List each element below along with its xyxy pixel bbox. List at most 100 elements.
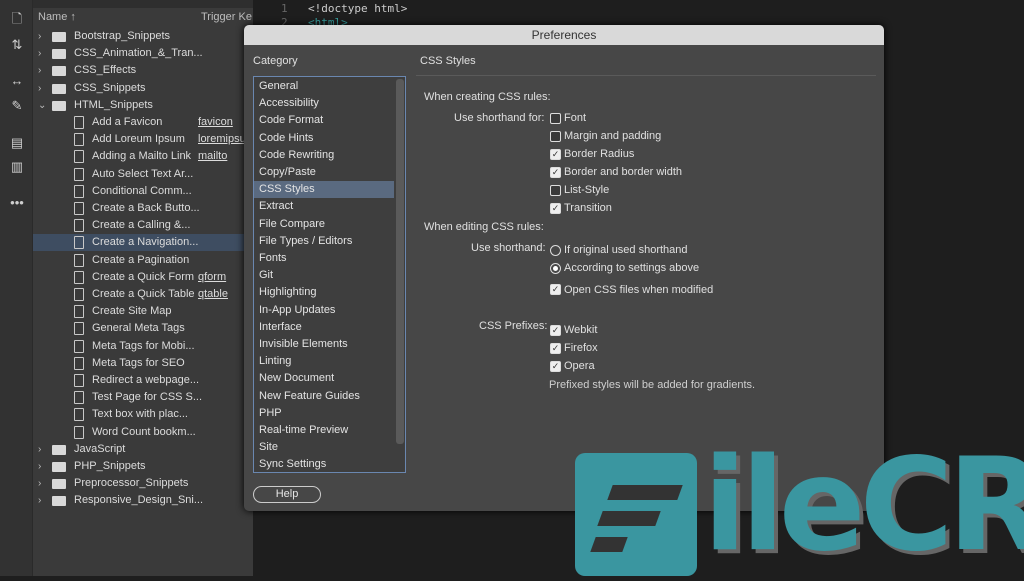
category-item[interactable]: Code Rewriting — [254, 147, 394, 164]
folder-label: HTML_Snippets — [74, 98, 153, 111]
folder-row[interactable]: ⌄ HTML_Snippets — [33, 97, 253, 114]
folder-row[interactable]: › Preprocessor_Snippets — [33, 475, 253, 492]
shorthand-checkbox[interactable]: ✓ — [550, 167, 561, 178]
snippet-row[interactable]: Create a Back Butto... — [33, 200, 253, 217]
snippet-label: Adding a Mailto Link — [92, 150, 192, 163]
snippet-row[interactable]: Add a Favicon favicon — [33, 114, 253, 131]
folder-row[interactable]: › CSS_Snippets — [33, 80, 253, 97]
shorthand-checkbox[interactable]: ✓ — [550, 203, 561, 214]
category-item[interactable]: Linting — [254, 353, 394, 370]
snippet-row[interactable]: Conditional Comm... — [33, 183, 253, 200]
folder-icon — [52, 100, 66, 111]
category-label: Category — [253, 55, 298, 67]
snippet-row[interactable]: Create a Navigation... — [33, 234, 253, 252]
comment-icon[interactable]: ▤ — [8, 134, 26, 152]
new-file-icon[interactable]: 🗋 — [8, 10, 26, 28]
category-item[interactable]: New Feature Guides — [254, 388, 394, 405]
category-item[interactable]: General — [254, 78, 394, 95]
help-button[interactable]: Help — [253, 486, 321, 503]
chevron-right-icon[interactable]: › — [38, 458, 41, 475]
editing-heading: When editing CSS rules: — [424, 221, 544, 233]
snippet-row[interactable]: Create Site Map — [33, 303, 253, 320]
prefix-note: Prefixed styles will be added for gradie… — [549, 379, 756, 391]
folder-row[interactable]: › Bootstrap_Snippets — [33, 28, 253, 45]
snippet-row[interactable]: Redirect a webpage... — [33, 372, 253, 389]
dialog-title: Preferences — [244, 25, 884, 45]
chevron-right-icon[interactable]: › — [38, 441, 41, 458]
category-item[interactable]: Code Hints — [254, 130, 394, 147]
snippet-row[interactable]: Test Page for CSS S... — [33, 389, 253, 406]
shorthand-checkbox[interactable] — [550, 131, 561, 142]
folder-icon — [52, 496, 66, 507]
snippet-label: Add a Favicon — [92, 116, 163, 128]
snippet-row[interactable]: Create a Quick Form qform — [33, 269, 253, 286]
shorthand-radio[interactable] — [550, 245, 561, 256]
shorthand-checkbox[interactable] — [550, 113, 561, 124]
chevron-right-icon[interactable]: › — [38, 80, 41, 97]
snippet-row[interactable]: Word Count bookm... — [33, 424, 253, 441]
snippet-row[interactable]: Meta Tags for Mobi... — [33, 338, 253, 355]
folder-row[interactable]: › CSS_Animation_&_Tran... — [33, 45, 253, 62]
name-column-header[interactable]: Name ↑ — [38, 11, 76, 23]
folder-label: CSS_Snippets — [74, 81, 146, 94]
category-item[interactable]: Copy/Paste — [254, 164, 394, 181]
category-item[interactable]: Highlighting — [254, 284, 394, 301]
code-line: <!doctype html> — [308, 2, 408, 15]
snippet-row[interactable]: Text box with plac... — [33, 406, 253, 423]
more-icon[interactable]: ••• — [8, 194, 26, 212]
category-item[interactable]: New Document — [254, 370, 394, 387]
chevron-right-icon[interactable]: › — [38, 492, 41, 509]
chevron-right-icon[interactable]: › — [38, 475, 41, 492]
snippet-row[interactable]: Auto Select Text Ar... — [33, 166, 253, 183]
folder-row[interactable]: › Responsive_Design_Sni... — [33, 492, 253, 509]
prefix-checkbox[interactable]: ✓ — [550, 361, 561, 372]
snippet-file-icon — [74, 219, 84, 233]
folder-row[interactable]: › CSS_Effects — [33, 62, 253, 79]
open-css-checkbox[interactable]: ✓ — [550, 284, 561, 295]
category-item[interactable]: Real-time Preview — [254, 422, 394, 439]
remove-comment-icon[interactable]: ▥ — [8, 158, 26, 176]
category-item[interactable]: In-App Updates — [254, 302, 394, 319]
snippet-row[interactable]: General Meta Tags — [33, 320, 253, 337]
chevron-down-icon[interactable]: ⌄ — [38, 97, 46, 114]
category-item[interactable]: Code Format — [254, 112, 394, 129]
category-item[interactable]: Interface — [254, 319, 394, 336]
expand-icon[interactable]: ↔ — [8, 72, 26, 90]
snippet-row[interactable]: Create a Pagination — [33, 252, 253, 269]
trigger-key: qform — [198, 270, 227, 283]
snippet-row[interactable]: Meta Tags for SEO — [33, 355, 253, 372]
category-item[interactable]: File Compare — [254, 216, 394, 233]
shorthand-checkbox[interactable] — [550, 185, 561, 196]
folder-row[interactable]: › PHP_Snippets — [33, 458, 253, 475]
sort-icon[interactable]: ⇅ — [8, 36, 26, 54]
category-item[interactable]: PHP — [254, 405, 394, 422]
prefix-checkbox[interactable]: ✓ — [550, 325, 561, 336]
category-item[interactable]: Site — [254, 439, 394, 456]
trigger-key: favicon — [198, 116, 233, 128]
shorthand-checkbox[interactable]: ✓ — [550, 149, 561, 160]
snippet-file-icon — [74, 253, 84, 267]
category-item[interactable]: Invisible Elements — [254, 336, 394, 353]
category-item[interactable]: Sync Settings — [254, 456, 394, 473]
chevron-right-icon[interactable]: › — [38, 28, 41, 45]
trigger-column-header[interactable]: Trigger Ke — [201, 11, 252, 23]
category-item[interactable]: CSS Styles — [254, 181, 394, 199]
category-item[interactable]: Fonts — [254, 250, 394, 267]
snippet-file-icon — [74, 184, 84, 198]
prefix-checkbox[interactable]: ✓ — [550, 343, 561, 354]
snippet-row[interactable]: Create a Quick Table qtable — [33, 286, 253, 303]
chevron-right-icon[interactable]: › — [38, 62, 41, 79]
snippet-label: Meta Tags for Mobi... — [92, 339, 195, 352]
category-scrollbar[interactable] — [396, 79, 404, 444]
code-tools-icon[interactable]: ✎ — [8, 97, 26, 115]
category-item[interactable]: Accessibility — [254, 95, 394, 112]
snippet-row[interactable]: Add Loreum Ipsum loremipsu — [33, 131, 253, 148]
snippet-row[interactable]: Create a Calling &... — [33, 217, 253, 234]
category-item[interactable]: Extract — [254, 198, 394, 215]
category-item[interactable]: Git — [254, 267, 394, 284]
folder-row[interactable]: › JavaScript — [33, 441, 253, 458]
chevron-right-icon[interactable]: › — [38, 45, 41, 62]
snippet-row[interactable]: Adding a Mailto Link mailto — [33, 148, 253, 165]
category-item[interactable]: File Types / Editors — [254, 233, 394, 250]
shorthand-radio[interactable] — [550, 263, 561, 274]
